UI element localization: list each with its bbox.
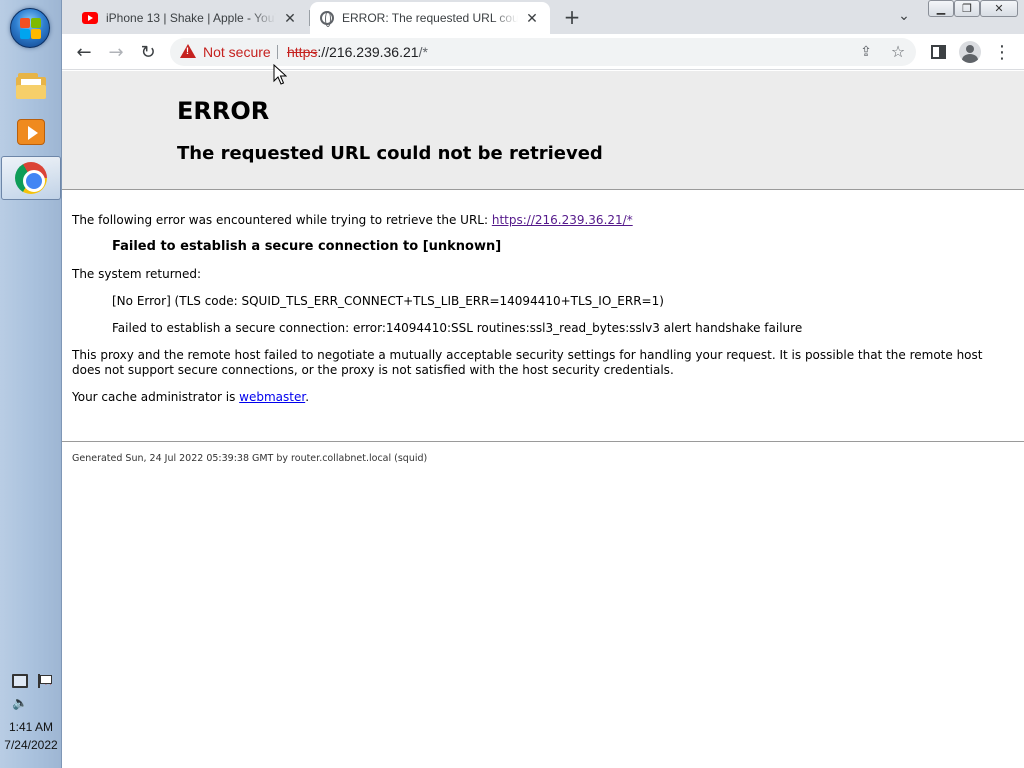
taskbar-chrome-button[interactable]: [1, 156, 61, 200]
tab-error-page[interactable]: ERROR: The requested URL could not be re…: [310, 2, 550, 34]
windows-logo-icon: [20, 18, 42, 40]
webmaster-link[interactable]: webmaster: [239, 390, 305, 404]
url-path: /*: [418, 44, 428, 60]
admin-line: Your cache administrator is webmaster.: [72, 390, 309, 405]
share-icon[interactable]: ⇪: [856, 42, 876, 62]
tab-close-icon[interactable]: ✕: [282, 10, 298, 27]
generated-footer: Generated Sun, 24 Jul 2022 05:39:38 GMT …: [72, 453, 428, 464]
browser-toolbar: ← → ↻ Not secure https://216.239.36.21/*…: [62, 34, 1024, 70]
back-button[interactable]: ←: [70, 38, 98, 66]
url-host: ://216.239.36.21: [317, 44, 419, 60]
volume-icon[interactable]: 🔈: [12, 696, 28, 710]
tab-close-icon[interactable]: ✕: [524, 10, 540, 27]
taskbar-explorer-button[interactable]: [1, 64, 61, 108]
page-content: ERROR The requested URL could not be ret…: [62, 71, 1024, 768]
intro-text: The following error was encountered whil…: [72, 213, 492, 227]
warning-icon[interactable]: [180, 44, 196, 60]
globe-icon: [320, 11, 334, 27]
clock-time: 1:41 AM: [8, 720, 54, 734]
tab-search-chevron-icon[interactable]: ⌄: [894, 6, 914, 26]
network-icon[interactable]: [12, 674, 28, 688]
security-status[interactable]: Not secure: [203, 38, 271, 66]
maximize-button[interactable]: ❐: [954, 0, 980, 17]
requested-url-link[interactable]: https://216.239.36.21/*: [492, 213, 633, 227]
close-window-button[interactable]: ✕: [980, 0, 1018, 17]
mouse-cursor-icon: [273, 64, 287, 85]
windows-taskbar: ✕ 🔈 1:41 AM 7/24/2022: [0, 0, 62, 768]
error-header: ERROR The requested URL could not be ret…: [62, 71, 1024, 190]
intro-line: The following error was encountered whil…: [72, 213, 633, 228]
profile-avatar-icon: [959, 41, 981, 63]
start-button[interactable]: [10, 8, 50, 48]
clock-date: 7/24/2022: [4, 738, 58, 752]
address-divider: [277, 45, 278, 59]
profile-button[interactable]: [956, 38, 984, 66]
action-center-flag-icon[interactable]: ✕: [36, 674, 52, 688]
explanation-paragraph: This proxy and the remote host failed to…: [72, 348, 983, 377]
page-title: ERROR: [177, 97, 270, 125]
tab-title: ERROR: The requested URL could not be re…: [342, 11, 518, 25]
chrome-window: iPhone 13 | Shake | Apple - YouTube ✕ ER…: [62, 0, 1024, 768]
desktop-screen: ✕ 🔈 1:41 AM 7/24/2022 iPhone 13 | Shake …: [0, 0, 1024, 768]
system-tray: ✕ 🔈 1:41 AM 7/24/2022: [0, 668, 62, 768]
admin-suffix: .: [305, 390, 310, 404]
youtube-icon: [82, 12, 98, 24]
new-tab-button[interactable]: +: [560, 4, 584, 30]
url-text[interactable]: https://216.239.36.21/*: [287, 38, 428, 66]
tab-youtube[interactable]: iPhone 13 | Shake | Apple - YouTube ✕: [72, 2, 308, 34]
reload-button[interactable]: ↻: [134, 38, 162, 66]
system-clock[interactable]: 1:41 AM 7/24/2022: [0, 718, 62, 754]
side-panel-icon: [930, 45, 946, 59]
tab-title: iPhone 13 | Shake | Apple - YouTube: [106, 11, 276, 25]
page-subtitle: The requested URL could not be retrieved: [177, 143, 603, 164]
system-error-tls-code: [No Error] (TLS code: SQUID_TLS_ERR_CONN…: [112, 294, 664, 308]
minimize-button[interactable]: ▁: [928, 0, 954, 17]
footer-divider: [62, 441, 1024, 442]
address-bar[interactable]: Not secure https://216.239.36.21/* ⇪ ☆: [170, 38, 916, 66]
side-panel-button[interactable]: [924, 38, 952, 66]
taskbar-media-player-button[interactable]: [1, 110, 61, 154]
system-error-ssl: Failed to establish a secure connection:…: [112, 321, 803, 335]
bookmark-star-icon[interactable]: ☆: [888, 42, 908, 62]
system-returned-label: The system returned:: [72, 267, 202, 281]
chrome-menu-button[interactable]: ⋮: [988, 38, 1016, 66]
folder-icon: [16, 73, 46, 99]
tab-strip: iPhone 13 | Shake | Apple - YouTube ✕ ER…: [62, 0, 1024, 34]
forward-button[interactable]: →: [102, 38, 130, 66]
admin-prefix: Your cache administrator is: [72, 390, 240, 404]
media-player-icon: [17, 119, 45, 145]
url-scheme: https: [287, 44, 318, 60]
chrome-icon: [15, 162, 47, 194]
error-summary: Failed to establish a secure connection …: [112, 239, 502, 254]
